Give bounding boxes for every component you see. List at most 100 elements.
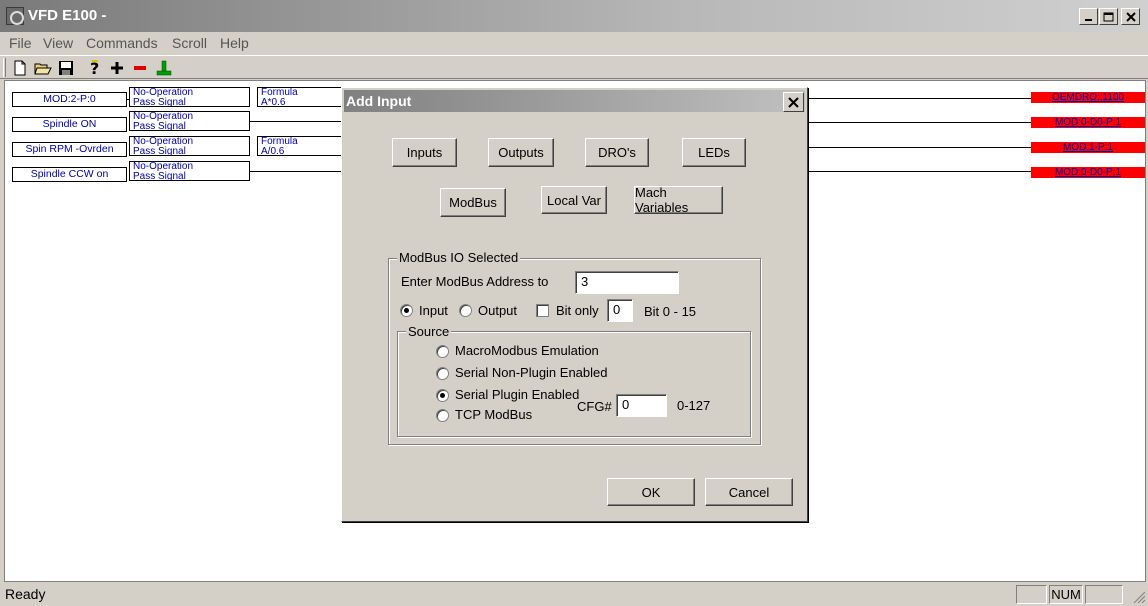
operation-detail: Pass Signal <box>133 121 186 131</box>
menu-bar: File View Commands Scroll Help <box>0 32 1148 54</box>
ok-button[interactable]: OK <box>607 478 695 506</box>
remove-icon <box>134 65 146 70</box>
output-node[interactable]: MOD:0-D0-P:1 <box>1031 117 1145 128</box>
window-title: VFD E100 - <box>28 7 107 24</box>
source-label-serial-nonplugin: Serial Non-Plugin Enabled <box>455 365 608 380</box>
status-cell <box>1016 585 1047 604</box>
menu-scroll[interactable]: Scroll <box>172 35 207 51</box>
minimize-icon <box>1084 18 1092 21</box>
help-button[interactable]: ? <box>85 58 105 77</box>
menu-help[interactable]: Help <box>220 35 249 51</box>
input-node[interactable]: Spin RPM -Ovrden <box>12 142 127 157</box>
add-icon <box>111 61 123 74</box>
source-group-title: Source <box>406 324 452 339</box>
formula-node[interactable]: Formula A/0.6 <box>257 136 342 156</box>
source-group: Source MacroModbus Emulation Serial Non-… <box>397 324 751 437</box>
formula-node[interactable]: Formula A*0.6 <box>257 87 342 107</box>
source-radio-macromodbus[interactable] <box>436 345 449 358</box>
title-bar: VFD E100 - <box>0 0 1148 32</box>
operation-node[interactable]: No-Operation Pass Signal <box>129 87 250 107</box>
leds-button[interactable]: LEDs <box>682 138 746 167</box>
address-label: Enter ModBus Address to <box>401 274 549 289</box>
operation-detail: Pass Signal <box>133 146 186 156</box>
input-radio[interactable] <box>400 304 413 317</box>
wire <box>807 122 1031 123</box>
operation-detail: Pass Signal <box>133 97 186 107</box>
formula-expression: A/0.6 <box>261 146 285 156</box>
input-node[interactable]: Spindle ON <box>12 117 127 132</box>
bit-only-label: Bit only <box>556 303 599 318</box>
add-button[interactable] <box>107 58 127 77</box>
output-node[interactable]: MOD:0-D0-P:1 <box>1031 167 1145 178</box>
new-button[interactable] <box>10 58 30 77</box>
bit-only-checkbox[interactable] <box>536 304 549 317</box>
input-radio-label: Input <box>419 303 448 318</box>
remove-button[interactable] <box>130 58 150 77</box>
cfg-label: CFG# <box>577 399 612 414</box>
output-node[interactable]: OEMDRO::1100 <box>1031 92 1145 103</box>
source-radio-serial-nonplugin[interactable] <box>436 367 449 380</box>
cfg-range-label: 0-127 <box>677 398 711 413</box>
outputs-button[interactable]: Outputs <box>488 138 554 167</box>
operation-node[interactable]: No-Operation Pass Signal <box>129 161 250 181</box>
wire <box>250 121 342 122</box>
output-label: MOD:0-D0-P:1 <box>1054 167 1122 178</box>
resize-grip-icon[interactable] <box>1132 590 1146 604</box>
output-radio-label: Output <box>478 303 518 318</box>
formula-expression: A*0.6 <box>261 97 286 107</box>
toolbar-grip <box>3 58 6 77</box>
close-icon <box>788 96 799 108</box>
operation-node[interactable]: No-Operation Pass Signal <box>129 111 250 131</box>
source-label-serial-plugin: Serial Plugin Enabled <box>455 387 580 402</box>
operation-detail: Pass Signal <box>133 171 186 181</box>
open-button[interactable] <box>33 58 53 77</box>
source-radio-serial-plugin[interactable] <box>436 389 449 402</box>
close-window-button[interactable] <box>1121 8 1140 25</box>
new-file-icon <box>14 60 26 75</box>
output-radio[interactable] <box>459 304 472 317</box>
save-button[interactable] <box>56 58 76 77</box>
input-node[interactable]: MOD:2-P:0 <box>12 92 127 107</box>
connect-icon <box>156 60 172 75</box>
dialog-title-bar: Add Input <box>344 90 805 112</box>
modbus-address-input[interactable]: 3 <box>575 271 679 294</box>
cfg-number-input[interactable]: 0 <box>616 394 667 417</box>
output-node[interactable]: MOD:1-P:1 <box>1031 142 1145 153</box>
menu-file[interactable]: File <box>9 35 32 51</box>
dialog-title: Add Input <box>346 93 412 109</box>
modbus-io-group: ModBus IO Selected Enter ModBus Address … <box>388 250 761 445</box>
wire <box>807 147 1031 148</box>
app-icon[interactable] <box>6 7 24 25</box>
local-var-button[interactable]: Local Var <box>541 186 607 214</box>
modbus-io-group-title: ModBus IO Selected <box>397 250 521 265</box>
dialog-close-button[interactable] <box>783 92 804 112</box>
maximize-button[interactable] <box>1099 8 1118 25</box>
output-label: OEMDRO::1100 <box>1051 92 1125 103</box>
maximize-icon <box>1103 12 1114 21</box>
bit-number-input[interactable]: 0 <box>607 299 633 322</box>
connect-button[interactable] <box>154 58 174 77</box>
dros-button[interactable]: DRO's <box>585 138 649 167</box>
minimize-button[interactable] <box>1079 8 1098 25</box>
menu-commands[interactable]: Commands <box>86 35 158 51</box>
input-node[interactable]: Spindle CCW on <box>12 167 127 182</box>
mach-variables-button[interactable]: Mach Variables <box>634 185 723 215</box>
save-icon <box>59 60 73 75</box>
close-icon <box>1125 11 1136 22</box>
status-cell <box>1085 585 1123 604</box>
operation-node[interactable]: No-Operation Pass Signal <box>129 136 250 156</box>
cancel-button[interactable]: Cancel <box>705 478 793 506</box>
inputs-button[interactable]: Inputs <box>392 138 457 167</box>
num-lock-indicator: NUM <box>1049 585 1083 604</box>
modbus-button[interactable]: ModBus <box>440 188 506 217</box>
source-label-tcp-modbus: TCP ModBus <box>455 407 533 422</box>
source-radio-tcp-modbus[interactable] <box>436 409 449 422</box>
open-folder-icon <box>34 63 52 74</box>
output-label: MOD:1-P:1 <box>1062 142 1113 153</box>
add-input-dialog: Add Input Inputs Outputs DRO's LEDs ModB… <box>341 87 808 522</box>
menu-view[interactable]: View <box>43 35 73 51</box>
bit-range-label: Bit 0 - 15 <box>644 304 697 319</box>
source-label-macromodbus: MacroModbus Emulation <box>455 343 599 358</box>
toolbar: ? <box>0 55 1148 79</box>
status-bar: Ready NUM <box>0 583 1148 606</box>
